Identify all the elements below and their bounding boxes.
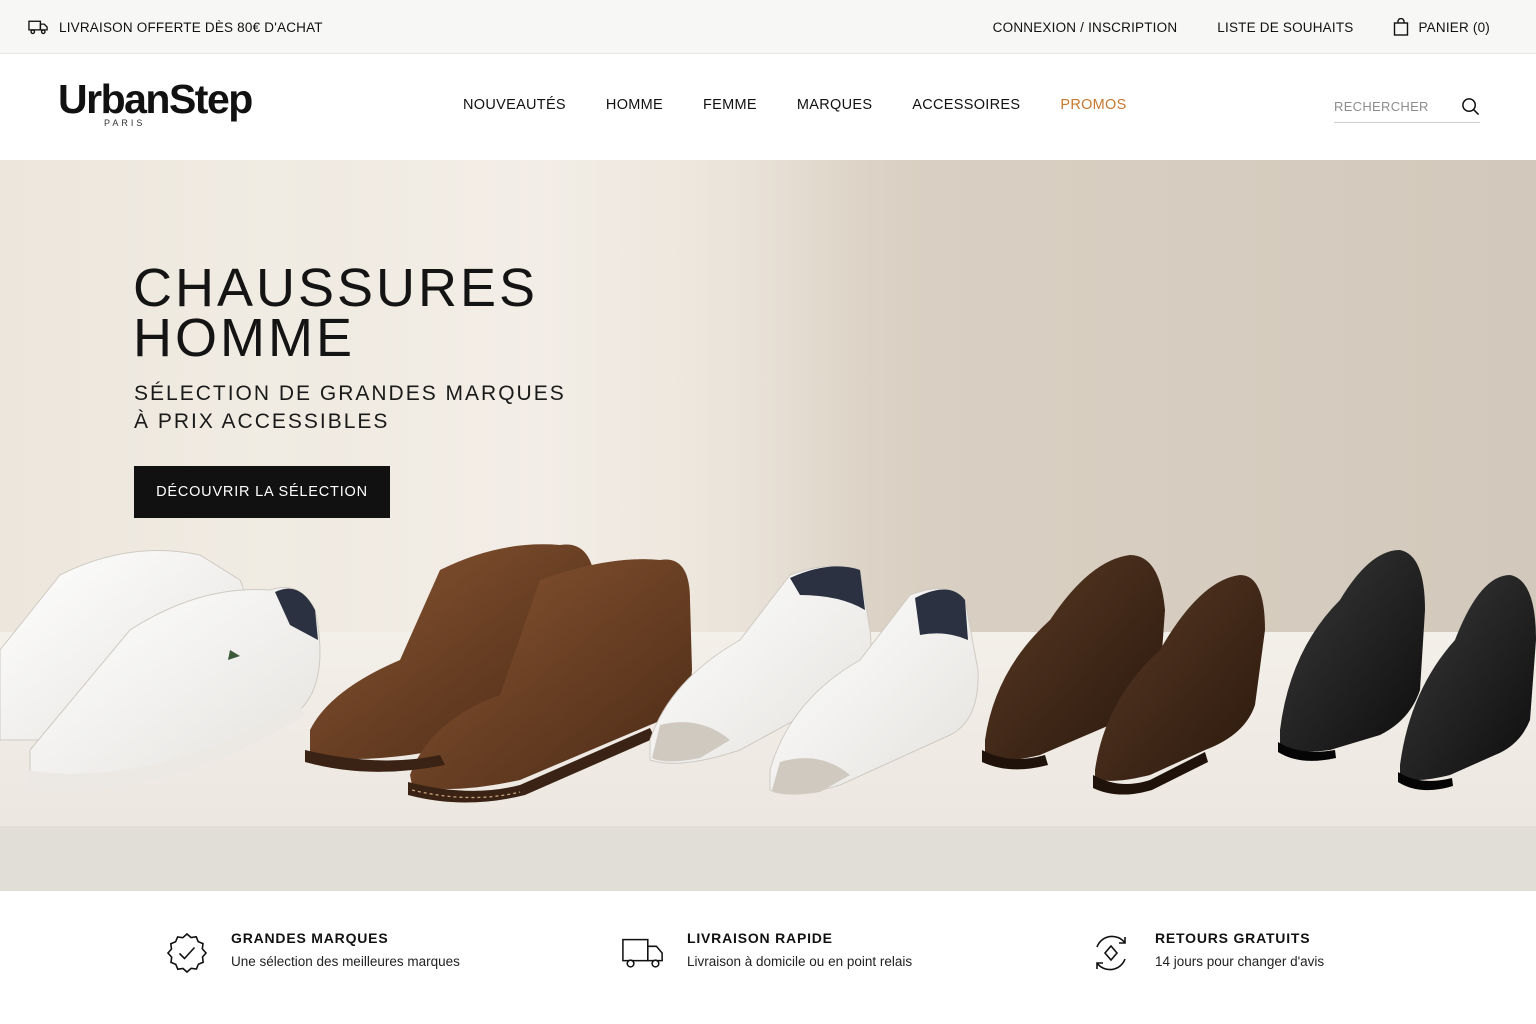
nav-item-promos[interactable]: PROMOS bbox=[1060, 97, 1126, 113]
logo[interactable]: UrbanStep PARIS bbox=[58, 77, 268, 129]
nav-item-accessoires[interactable]: ACCESSOIRES bbox=[912, 97, 1020, 113]
top-utility-bar: LIVRAISON OFFERTE DÈS 80€ D'ACHAT CONNEX… bbox=[0, 0, 1536, 54]
nav-item-homme[interactable]: HOMME bbox=[606, 97, 663, 113]
feature-returns-title: RETOURS GRATUITS bbox=[1155, 930, 1311, 946]
feature-brands-title: GRANDES MARQUES bbox=[231, 930, 389, 946]
search-box bbox=[1334, 91, 1480, 123]
feature-delivery-title: LIVRAISON RAPIDE bbox=[687, 930, 833, 946]
main-nav: NOUVEAUTÉS HOMME FEMME MARQUES ACCESSOIR… bbox=[463, 55, 1127, 155]
feature-returns-desc: 14 jours pour changer d'avis bbox=[1155, 954, 1325, 969]
feature-delivery-desc: Livraison à domicile ou en point relais bbox=[687, 954, 913, 969]
feature-returns: RETOURS GRATUITS 14 jours pour changer d… bbox=[1089, 929, 1324, 975]
features-bar: GRANDES MARQUES Une sélection des meille… bbox=[0, 891, 1536, 1024]
main-header: UrbanStep PARIS NOUVEAUTÉS HOMME FEMME M… bbox=[0, 55, 1536, 160]
logo-wordmark: UrbanStep bbox=[58, 76, 253, 122]
truck-icon bbox=[622, 938, 663, 968]
cart-label: PANIER (0) bbox=[1418, 19, 1490, 35]
cart-link[interactable]: PANIER (0) bbox=[1393, 18, 1490, 36]
dark-brown-derby-pair bbox=[982, 555, 1265, 795]
logo-subtitle: PARIS bbox=[104, 118, 146, 128]
hero-banner: CHAUSSURES HOMME SÉLECTION DE GRANDES MA… bbox=[0, 160, 1536, 891]
search-icon[interactable] bbox=[1461, 97, 1480, 116]
feature-delivery: LIVRAISON RAPIDE Livraison à domicile ou… bbox=[621, 929, 912, 975]
white-suede-sneaker-pair bbox=[649, 565, 979, 795]
feature-brands: GRANDES MARQUES Une sélection des meille… bbox=[165, 929, 460, 975]
nav-item-nouveautes[interactable]: NOUVEAUTÉS bbox=[463, 97, 566, 113]
login-link[interactable]: CONNEXION / INSCRIPTION bbox=[993, 20, 1178, 35]
hero-title-line2: HOMME bbox=[133, 308, 355, 368]
feature-brands-desc: Une sélection des meilleures marques bbox=[231, 954, 460, 969]
nav-item-marques[interactable]: MARQUES bbox=[797, 97, 872, 113]
truck-icon bbox=[28, 20, 48, 35]
hero-subtitle-line1: SÉLECTION DE GRANDES MARQUES bbox=[134, 382, 566, 405]
nav-item-femme[interactable]: FEMME bbox=[703, 97, 757, 113]
search-input[interactable] bbox=[1334, 99, 1444, 114]
hero-title: CHAUSSURES HOMME bbox=[133, 261, 538, 365]
return-cycle-icon bbox=[1096, 935, 1126, 971]
white-sneaker-pair bbox=[0, 550, 321, 792]
black-oxford-pair bbox=[1278, 550, 1536, 791]
hero-subtitle-line2: À PRIX ACCESSIBLES bbox=[134, 410, 390, 433]
shoes-product-image bbox=[0, 544, 1536, 803]
shipping-promo-text: LIVRAISON OFFERTE DÈS 80€ D'ACHAT bbox=[59, 19, 323, 35]
badge-check-icon bbox=[166, 932, 208, 974]
hero-subtitle: SÉLECTION DE GRANDES MARQUES À PRIX ACCE… bbox=[134, 380, 566, 436]
shipping-promo: LIVRAISON OFFERTE DÈS 80€ D'ACHAT bbox=[28, 0, 323, 54]
wishlist-link[interactable]: LISTE DE SOUHAITS bbox=[1217, 20, 1353, 35]
brown-chukka-boot-pair bbox=[305, 544, 692, 803]
shopping-bag-icon bbox=[1394, 18, 1409, 36]
